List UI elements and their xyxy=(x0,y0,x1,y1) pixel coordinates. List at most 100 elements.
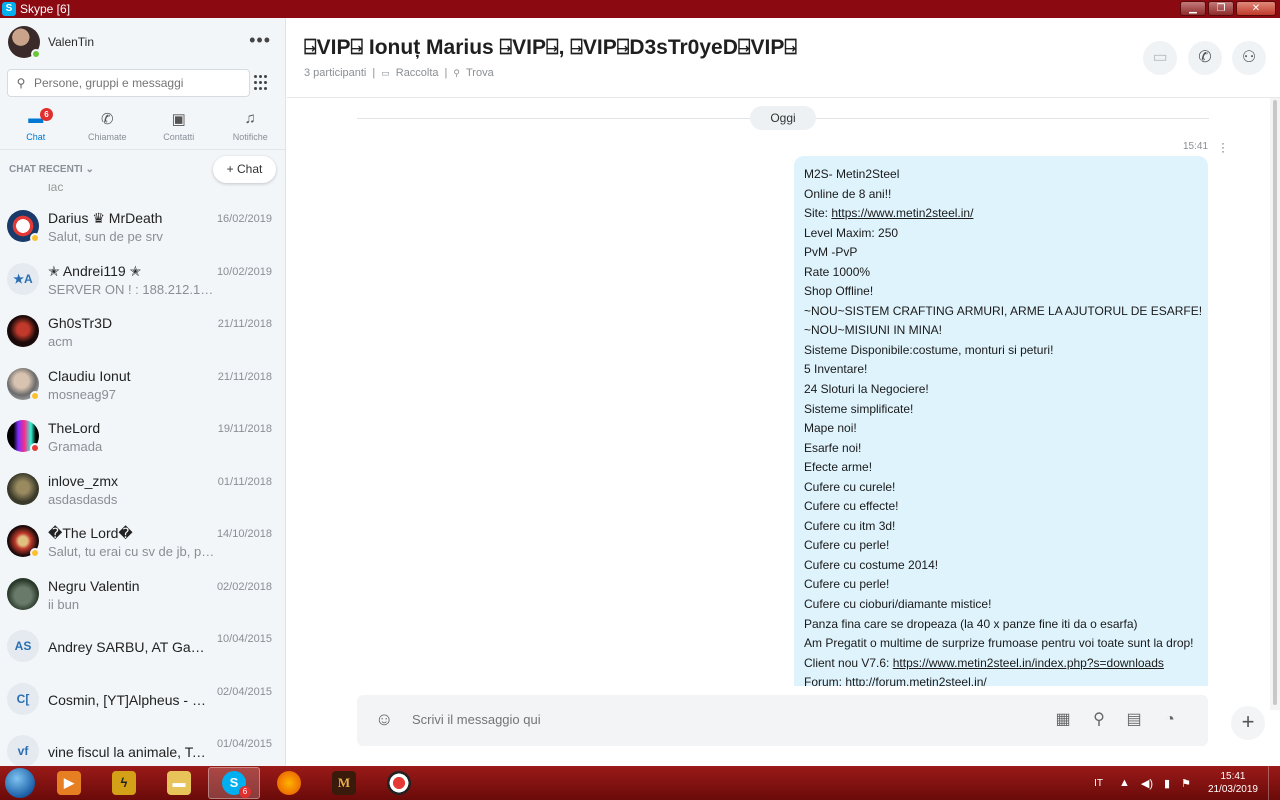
message-bubble[interactable]: M2S- Metin2Steel Online de 8 ani!! Site:… xyxy=(794,156,1208,686)
search-input[interactable] xyxy=(34,76,244,90)
message-line: Esarfe noi! xyxy=(804,440,862,455)
message-line: Online de 8 ani!! xyxy=(804,186,892,201)
find-link[interactable]: Trova xyxy=(466,67,494,79)
chat-last-message: Salut, tu erai cu sv de jb, pa... xyxy=(48,544,218,559)
message-line[interactable]: Site: https://www.metin2steel.in/ xyxy=(804,204,1198,224)
chat-row[interactable]: Claudiu Ionut mosneag97 21/11/2018 xyxy=(0,357,285,410)
bell-icon: ♫ xyxy=(244,110,256,127)
participants-link[interactable]: 3 participanti xyxy=(304,67,366,79)
start-button[interactable] xyxy=(0,766,40,800)
minimize-button[interactable]: ▁ xyxy=(1180,1,1206,16)
avatar xyxy=(7,525,40,558)
video-call-button[interactable]: ▭ xyxy=(1143,41,1177,75)
conversation-meta: 3 participanti | ▭ Raccolta | ⚲ Trova xyxy=(304,67,494,79)
dialpad-icon[interactable] xyxy=(254,75,270,91)
chat-list: lac Darius ♛ MrDeath Salut, sun de pe sr… xyxy=(0,184,285,766)
chat-name: Cosmin, [YT]Alpheus - Fr... xyxy=(48,691,208,708)
audio-call-button[interactable]: ✆ xyxy=(1188,41,1222,75)
tab-chat-label: Chat xyxy=(26,132,46,142)
message-scrollbar[interactable] xyxy=(1270,98,1280,710)
message-link[interactable]: https://www.metin2steel.in/index.php?s=d… xyxy=(893,656,1164,670)
tab-contacts-label: Contatti xyxy=(163,132,195,142)
poll-icon[interactable]: ◔ xyxy=(1158,708,1182,732)
chat-date: 01/04/2015 xyxy=(216,738,272,750)
message-line: Mape noi! xyxy=(804,421,857,436)
tab-calls[interactable]: ✆ Chiamate xyxy=(72,106,144,152)
location-pin-icon[interactable]: ⚲ xyxy=(1087,708,1111,732)
action-center-icon[interactable]: ⚑ xyxy=(1181,777,1191,790)
window-controls: ▁ ❐ ✕ xyxy=(1180,1,1276,16)
conversation-title[interactable]: ⍈VIP⍈ Ionuț Marius ⍈VIP⍈, ⍈VIP⍈D3sTr0yeD… xyxy=(304,36,797,60)
emoji-icon[interactable]: ☺ xyxy=(375,709,393,730)
sidebar: ValenTin ••• ⚲ ▬ 6 Chat ✆ Chiamate ▣ Con… xyxy=(0,18,286,766)
tray-expand-icon[interactable]: ▲ xyxy=(1119,777,1130,789)
chat-row[interactable]: TheLord Gramada 19/11/2018 xyxy=(0,409,285,462)
message-line: Cufere cu perle! xyxy=(804,538,890,553)
message-options-icon[interactable]: · · · xyxy=(1221,137,1225,157)
taskbar-skype[interactable]: S 6 xyxy=(208,767,260,799)
profile-avatar[interactable] xyxy=(8,26,41,59)
media-player-icon: ▶ xyxy=(57,771,81,795)
recent-chats-title[interactable]: CHAT RECENTI ⌄ xyxy=(9,164,94,175)
chat-row[interactable]: vf vine fiscul la animale, Tof... 01/04/… xyxy=(0,724,285,766)
chat-date: 21/11/2018 xyxy=(217,370,272,383)
language-indicator[interactable]: IT xyxy=(1094,778,1103,789)
add-content-button[interactable]: + xyxy=(1231,706,1265,740)
chat-row[interactable]: inlove_zmx asdasdasds 01/11/2018 xyxy=(0,462,285,515)
message-line: Rate 1000% xyxy=(804,264,871,279)
taskbar-clock[interactable]: 15:41 21/03/2019 xyxy=(1208,770,1258,796)
taskbar-media-player[interactable]: ▶ xyxy=(43,767,95,799)
message-line: ~NOU~MISIUNI IN MINA! xyxy=(804,323,943,338)
message-line: Cufere cu cioburi/diamante mistice! xyxy=(804,597,992,612)
add-participant-button[interactable]: ⚇ xyxy=(1232,41,1266,75)
chat-name: Negru Valentin xyxy=(48,577,140,594)
busy-status-icon xyxy=(30,443,40,453)
message-line[interactable]: Client nou V7.6: https://www.metin2steel… xyxy=(804,654,1198,674)
message-input[interactable] xyxy=(412,712,1012,727)
chat-row[interactable]: C[ Cosmin, [YT]Alpheus - Fr... 02/04/201… xyxy=(0,672,285,725)
taskbar-explorer[interactable]: ▬ xyxy=(153,767,205,799)
taskbar-metin2[interactable]: M xyxy=(318,767,370,799)
gallery-link[interactable]: Raccolta xyxy=(396,67,439,79)
avatar xyxy=(7,367,40,401)
chat-row[interactable]: Darius ♛ MrDeath Salut, sun de pe srv 16… xyxy=(0,199,285,252)
chat-row[interactable]: Gh0sTr3D acm 21/11/2018 xyxy=(0,304,285,357)
profile[interactable]: ValenTin xyxy=(8,26,94,59)
new-chat-button[interactable]: + Chat xyxy=(213,156,276,183)
search-box[interactable]: ⚲ xyxy=(7,69,250,97)
tab-contacts[interactable]: ▣ Contatti xyxy=(143,106,215,152)
chat-row[interactable]: ★A ✭ Andrei119 ✭ SERVER ON ! : 188.212.1… xyxy=(0,252,285,305)
contact-card-icon[interactable]: ▤ xyxy=(1122,708,1146,732)
search-icon: ⚲ xyxy=(16,76,26,90)
message-line: Am Pregatit o multime de surprize frumoa… xyxy=(804,636,1194,651)
more-options-icon[interactable]: ••• xyxy=(249,30,271,51)
message-line: Panza fina care se dropeaza (la 40 x pan… xyxy=(804,616,1138,631)
restore-button[interactable]: ❐ xyxy=(1208,1,1234,16)
chat-row[interactable]: AS Andrey SARBU, AT GabyRO 10/04/2015 xyxy=(0,619,285,672)
message-line: Level Maxim: 250 xyxy=(804,225,899,240)
metin2-icon: M xyxy=(332,771,356,795)
scrollbar-thumb[interactable] xyxy=(1273,100,1277,705)
chat-last-message: Gramada xyxy=(48,439,103,454)
close-window-button[interactable]: ✕ xyxy=(1236,1,1276,16)
taskbar-firefox[interactable] xyxy=(263,767,315,799)
chat-row[interactable]: �The Lord� Salut, tu erai cu sv de jb, p… xyxy=(0,514,285,567)
chat-row-partial[interactable]: lac xyxy=(0,184,285,199)
chat-row[interactable]: Negru Valentin ii bun 02/02/2018 xyxy=(0,567,285,620)
system-tray: IT ▲ ◀) ▮ ⚑ 15:41 21/03/2019 xyxy=(1094,766,1280,800)
contacts-icon: ▣ xyxy=(171,111,186,128)
show-desktop-button[interactable] xyxy=(1268,766,1280,800)
message-link[interactable]: https://www.metin2steel.in/ xyxy=(831,206,973,220)
chat-last-message: acm xyxy=(48,334,73,349)
volume-icon[interactable]: ◀) xyxy=(1141,777,1153,790)
network-icon[interactable]: ▮ xyxy=(1164,777,1170,790)
message-line: Forum: http://forum.metin2steel.in/ xyxy=(804,675,987,686)
chat-name: ✭ Andrei119 ✭ xyxy=(48,262,142,279)
windows-logo-icon xyxy=(5,768,35,798)
media-gallery-icon[interactable]: ▦ xyxy=(1051,708,1075,732)
taskbar-winamp[interactable]: ϟ xyxy=(98,767,150,799)
tab-chat[interactable]: ▬ 6 Chat xyxy=(0,106,72,152)
tab-notifications[interactable]: ♫ Notifiche xyxy=(215,106,286,152)
find-icon: ⚲ xyxy=(453,67,460,78)
taskbar-recorder[interactable] xyxy=(373,767,425,799)
